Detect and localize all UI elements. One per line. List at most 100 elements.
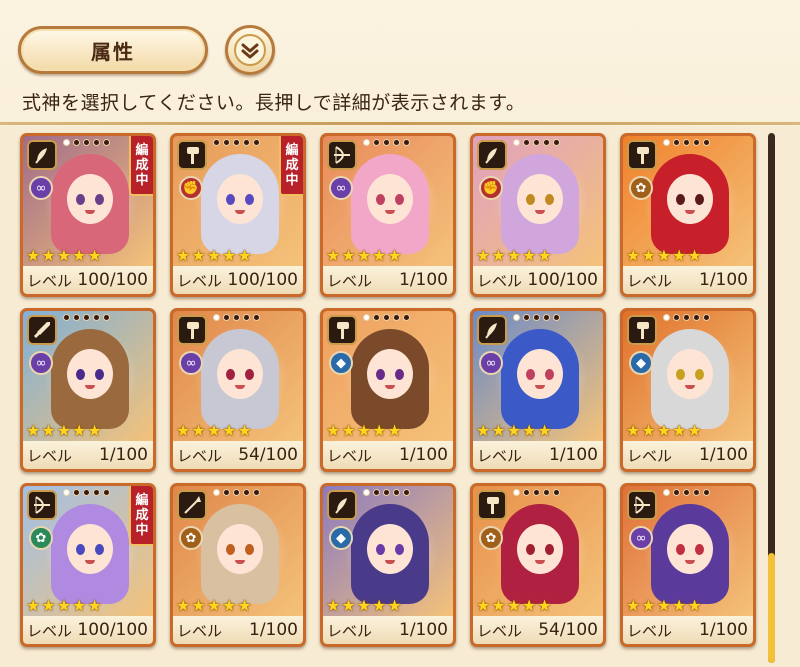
- shikigami-card[interactable]: ✿ 編成中 ★ ★ ★ ★ ★ レベル 100/100: [20, 483, 156, 647]
- awakening-dots: [213, 314, 260, 321]
- awakening-dot: [703, 139, 710, 146]
- star-icon: ★: [687, 246, 702, 265]
- star-icon: ★: [56, 246, 72, 265]
- awakening-dot: [93, 139, 100, 146]
- bow-icon: [327, 140, 357, 170]
- shikigami-card[interactable]: ∞ ★ ★ ★ ★ ★ レベル 54/100: [170, 308, 306, 472]
- awakening-dot: [703, 489, 710, 496]
- rarity-stars: ★ ★ ★ ★ ★: [326, 598, 402, 614]
- star-icon: ★: [56, 596, 72, 615]
- shikigami-card[interactable]: ∞ ★ ★ ★ ★ ★ レベル 1/100: [20, 308, 156, 472]
- star-icon: ★: [387, 596, 402, 615]
- star-icon: ★: [206, 596, 222, 615]
- awakening-dot: [213, 314, 220, 321]
- star-icon: ★: [72, 246, 87, 265]
- rarity-stars: ★ ★ ★ ★ ★: [326, 423, 402, 439]
- level-value: 1/100: [399, 445, 448, 465]
- awakening-dots: [513, 489, 560, 496]
- awakening-dot: [683, 314, 690, 321]
- star-icon: ★: [222, 421, 237, 440]
- hammer-icon: [627, 315, 657, 345]
- star-icon: ★: [206, 421, 222, 440]
- level-value: 1/100: [699, 270, 748, 290]
- shikigami-card[interactable]: ◆ ★ ★ ★ ★ ★ レベル 1/100: [620, 308, 756, 472]
- rarity-stars: ★ ★ ★ ★ ★: [476, 248, 552, 264]
- star-icon: ★: [72, 421, 87, 440]
- scroll-icon: [27, 140, 57, 170]
- star-icon: ★: [326, 421, 341, 440]
- rarity-stars: ★ ★ ★ ★ ★: [326, 248, 402, 264]
- scrollbar[interactable]: [768, 133, 775, 663]
- fist-element-icon: ✊: [479, 176, 503, 200]
- shikigami-card[interactable]: ∞ ★ ★ ★ ★ ★ レベル 1/100: [620, 483, 756, 647]
- awakening-dot: [253, 314, 260, 321]
- shikigami-card[interactable]: ∞ ★ ★ ★ ★ ★ レベル 1/100: [470, 308, 606, 472]
- star-icon: ★: [491, 246, 506, 265]
- awakening-dot: [553, 489, 560, 496]
- shikigami-card[interactable]: ✿ ★ ★ ★ ★ ★ レベル 1/100: [170, 483, 306, 647]
- hammer-icon: [177, 140, 207, 170]
- shikigami-card[interactable]: ✿ ★ ★ ★ ★ ★ レベル 54/100: [470, 483, 606, 647]
- star-icon: ★: [206, 246, 222, 265]
- infinity-element-icon: ∞: [629, 526, 653, 550]
- awakening-dot: [543, 489, 550, 496]
- formation-badge: 編成中: [129, 486, 153, 546]
- shikigami-card[interactable]: ✊ 編成中 ★ ★ ★ ★ ★ レベル 100/100: [170, 133, 306, 297]
- awakening-dots: [363, 139, 410, 146]
- attribute-filter-button[interactable]: 属性: [18, 26, 208, 74]
- star-icon: ★: [191, 596, 206, 615]
- shikigami-card[interactable]: ◆ ★ ★ ★ ★ ★ レベル 1/100: [320, 483, 456, 647]
- level-label: レベル: [177, 271, 223, 290]
- infinity-element-icon: ∞: [179, 351, 203, 375]
- level-bar: レベル 1/100: [323, 266, 453, 294]
- star-icon: ★: [87, 596, 102, 615]
- awakening-dot: [373, 489, 380, 496]
- awakening-dot: [533, 139, 540, 146]
- rarity-stars: ★ ★ ★ ★ ★: [476, 598, 552, 614]
- star-icon: ★: [372, 421, 387, 440]
- star-icon: ★: [687, 596, 702, 615]
- star-icon: ★: [626, 421, 641, 440]
- level-value: 1/100: [249, 620, 298, 640]
- awakening-dot: [393, 314, 400, 321]
- awakening-dot: [673, 139, 680, 146]
- level-value: 1/100: [99, 445, 148, 465]
- star-icon: ★: [222, 596, 237, 615]
- level-value: 1/100: [399, 620, 448, 640]
- scrollbar-thumb[interactable]: [768, 553, 775, 663]
- shikigami-card[interactable]: ✊ ★ ★ ★ ★ ★ レベル 100/100: [470, 133, 606, 297]
- scroll-icon: [327, 490, 357, 520]
- star-icon: ★: [341, 596, 356, 615]
- lotus-element-icon: ✿: [629, 176, 653, 200]
- shikigami-card[interactable]: ✿ ★ ★ ★ ★ ★ レベル 1/100: [620, 133, 756, 297]
- hammer-icon: [477, 490, 507, 520]
- lotus-element-icon: ✿: [29, 526, 53, 550]
- awakening-dot: [693, 314, 700, 321]
- awakening-dot: [523, 489, 530, 496]
- unit-select-screen: 属性 式神を選択してください。長押しで詳細が表示されます。 ∞ 編成中 ★ ★ ★ ★ ★ レ…: [0, 0, 800, 667]
- level-bar: レベル 100/100: [173, 266, 303, 294]
- star-icon: ★: [87, 246, 102, 265]
- shikigami-card[interactable]: ∞ 編成中 ★ ★ ★ ★ ★ レベル 100/100: [20, 133, 156, 297]
- awakening-dot: [63, 139, 70, 146]
- awakening-dot: [543, 314, 550, 321]
- star-icon: ★: [41, 596, 56, 615]
- shikigami-grid: ∞ 編成中 ★ ★ ★ ★ ★ レベル 100/100 ✊ 編成中 ★ ★ ★ ★ ★ レベル 100/100 …: [0, 126, 800, 667]
- star-icon: ★: [41, 421, 56, 440]
- level-bar: レベル 1/100: [173, 616, 303, 644]
- shikigami-card[interactable]: ◆ ★ ★ ★ ★ ★ レベル 1/100: [320, 308, 456, 472]
- shikigami-card[interactable]: ∞ ★ ★ ★ ★ ★ レベル 1/100: [320, 133, 456, 297]
- star-icon: ★: [26, 596, 41, 615]
- fist-element-icon: ✊: [179, 176, 203, 200]
- awakening-dot: [103, 314, 110, 321]
- star-icon: ★: [176, 246, 191, 265]
- star-icon: ★: [672, 246, 687, 265]
- star-icon: ★: [476, 421, 491, 440]
- star-icon: ★: [641, 246, 656, 265]
- level-value: 1/100: [399, 270, 448, 290]
- awakening-dot: [233, 139, 240, 146]
- level-bar: レベル 54/100: [173, 441, 303, 469]
- awakening-dot: [523, 139, 530, 146]
- star-icon: ★: [87, 421, 102, 440]
- expand-filter-button[interactable]: [225, 25, 275, 75]
